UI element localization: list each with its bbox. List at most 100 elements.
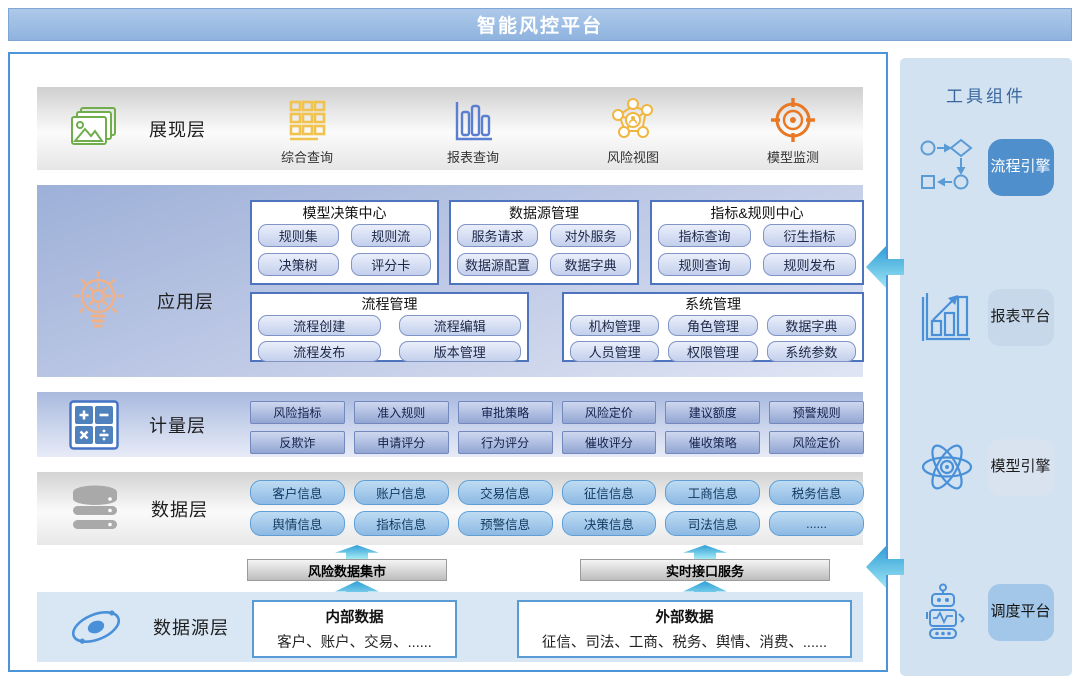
report-chart-icon xyxy=(919,288,975,346)
measure-module[interactable]: 风险定价 xyxy=(769,431,864,454)
measure-module[interactable]: 催收评分 xyxy=(562,431,657,454)
measure-module[interactable]: 审批策略 xyxy=(458,401,553,424)
app-module[interactable]: 规则流 xyxy=(351,224,432,247)
process-engine-button[interactable]: 流程引擎 xyxy=(988,139,1054,196)
measure-module[interactable]: 预警规则 xyxy=(769,401,864,424)
data-module[interactable]: 账户信息 xyxy=(354,480,449,505)
internal-data-box[interactable]: 内部数据 客户、账户、交易、...... xyxy=(252,600,457,658)
data-module[interactable]: 预警信息 xyxy=(458,511,553,536)
app-group-system-mgmt: 系统管理 机构管理 角色管理 数据字典 人员管理 权限管理 系统参数 xyxy=(562,292,864,362)
group-title: 模型决策中心 xyxy=(258,205,431,222)
up-arrow xyxy=(683,545,727,559)
data-module[interactable]: 工商信息 xyxy=(665,480,760,505)
data-module[interactable]: 舆情信息 xyxy=(250,511,345,536)
pres-item-model-monitor[interactable]: 模型监测 xyxy=(745,95,841,166)
platform-title-banner: 智能风控平台 xyxy=(8,8,1072,41)
data-module[interactable]: 征信信息 xyxy=(562,480,657,505)
app-group-indicator-rule-center: 指标&规则中心 指标查询 衍生指标 规则查询 规则发布 xyxy=(650,200,864,285)
tool-components-panel: 工具组件 流程引擎 xyxy=(900,58,1072,676)
app-module[interactable]: 对外服务 xyxy=(550,224,631,247)
data-module[interactable]: 税务信息 xyxy=(769,480,864,505)
data-module[interactable]: 客户信息 xyxy=(250,480,345,505)
data-module[interactable]: 司法信息 xyxy=(665,511,760,536)
data-module[interactable]: 指标信息 xyxy=(354,511,449,536)
app-module[interactable]: 流程编辑 xyxy=(399,315,522,336)
pres-item-integrated-query[interactable]: 综合查询 xyxy=(259,95,355,166)
model-engine-button[interactable]: 模型引擎 xyxy=(988,439,1054,496)
app-module[interactable]: 数据源配置 xyxy=(457,253,538,276)
tool-item-model-engine: 模型引擎 xyxy=(900,438,1072,496)
app-module[interactable]: 规则集 xyxy=(258,224,339,247)
app-module[interactable]: 角色管理 xyxy=(668,315,757,336)
main-architecture-panel: 展现层 综合查询 xyxy=(8,52,888,672)
measure-module[interactable]: 准入规则 xyxy=(354,401,449,424)
left-arrow-application xyxy=(866,246,904,288)
internal-data-title: 内部数据 xyxy=(326,606,384,627)
group-title: 数据源管理 xyxy=(457,205,631,222)
external-data-desc: 征信、司法、工商、税务、舆情、消费、...... xyxy=(542,631,827,652)
realtime-interface-bus[interactable]: 实时接口服务 xyxy=(580,559,830,581)
external-data-box[interactable]: 外部数据 征信、司法、工商、税务、舆情、消费、...... xyxy=(517,600,852,658)
app-group-datasource-mgmt: 数据源管理 服务请求 对外服务 数据源配置 数据字典 xyxy=(449,200,639,285)
app-module[interactable]: 权限管理 xyxy=(668,341,757,362)
app-module[interactable]: 人员管理 xyxy=(570,341,659,362)
report-platform-button[interactable]: 报表平台 xyxy=(988,289,1054,346)
app-module[interactable]: 规则查询 xyxy=(658,253,751,276)
measure-module[interactable]: 申请评分 xyxy=(354,431,449,454)
tool-item-scheduler-platform: 调度平台 xyxy=(900,583,1072,641)
data-module[interactable]: ...... xyxy=(769,511,864,536)
app-module[interactable]: 数据字典 xyxy=(550,253,631,276)
app-module[interactable]: 衍生指标 xyxy=(763,224,856,247)
measure-module[interactable]: 风险指标 xyxy=(250,401,345,424)
target-icon xyxy=(770,97,816,143)
app-module[interactable]: 机构管理 xyxy=(570,315,659,336)
data-layer-band: 数据层 客户信息 账户信息 交易信息 征信信息 工商信息 税务信息 舆情信息 指… xyxy=(37,472,863,545)
measurement-layer-band: 计量层 风险指标 准入规则 审批策略 风险定价 建议额度 预警规则 反欺诈 申请… xyxy=(37,392,863,457)
app-module[interactable]: 流程发布 xyxy=(258,341,381,362)
robot-icon xyxy=(919,583,975,641)
app-module[interactable]: 规则发布 xyxy=(763,253,856,276)
pres-item-report-query[interactable]: 报表查询 xyxy=(425,95,521,166)
pres-item-label: 报表查询 xyxy=(425,147,521,166)
risk-data-mart-bus[interactable]: 风险数据集市 xyxy=(247,559,447,581)
group-title: 系统管理 xyxy=(570,296,856,313)
application-layer-label: 应用层 xyxy=(69,268,214,334)
measurement-grid: 风险指标 准入规则 审批策略 风险定价 建议额度 预警规则 反欺诈 申请评分 行… xyxy=(250,401,864,454)
app-module[interactable]: 流程创建 xyxy=(258,315,381,336)
app-group-process-mgmt: 流程管理 流程创建 流程编辑 流程发布 版本管理 xyxy=(250,292,529,362)
measure-module[interactable]: 催收策略 xyxy=(665,431,760,454)
app-module[interactable]: 版本管理 xyxy=(399,341,522,362)
layer-name: 应用层 xyxy=(157,288,214,314)
measure-module[interactable]: 建议额度 xyxy=(665,401,760,424)
datasource-layer-label: 数据源层 xyxy=(69,603,229,651)
app-module[interactable]: 服务请求 xyxy=(457,224,538,247)
application-layer-band: 应用层 模型决策中心 规则集 规则流 决策树 评分卡 数据源管理 服务请求 对外… xyxy=(37,185,863,377)
pres-item-label: 模型监测 xyxy=(745,147,841,166)
platform-title: 智能风控平台 xyxy=(477,11,603,38)
bus-label: 风险数据集市 xyxy=(308,561,386,580)
calculator-icon xyxy=(69,400,119,450)
database-icon xyxy=(69,484,121,534)
app-module[interactable]: 决策树 xyxy=(258,253,339,276)
app-module[interactable]: 指标查询 xyxy=(658,224,751,247)
data-layer-label: 数据层 xyxy=(69,484,208,534)
app-module[interactable]: 数据字典 xyxy=(767,315,856,336)
pictures-icon xyxy=(69,106,119,152)
pres-item-risk-view[interactable]: 风险视图 xyxy=(585,95,681,166)
measure-module[interactable]: 反欺诈 xyxy=(250,431,345,454)
scheduler-platform-button[interactable]: 调度平台 xyxy=(988,584,1054,641)
app-module[interactable]: 系统参数 xyxy=(767,341,856,362)
presentation-layer-band: 展现层 综合查询 xyxy=(37,87,863,170)
tool-item-report-platform: 报表平台 xyxy=(900,288,1072,346)
risk-platform-diagram: 智能风控平台 展现层 xyxy=(0,0,1080,682)
data-module[interactable]: 交易信息 xyxy=(458,480,553,505)
app-module[interactable]: 评分卡 xyxy=(351,253,432,276)
measure-module[interactable]: 行为评分 xyxy=(458,431,553,454)
group-title: 指标&规则中心 xyxy=(658,205,856,222)
data-module[interactable]: 决策信息 xyxy=(562,511,657,536)
layer-name: 数据层 xyxy=(151,496,208,522)
up-arrow xyxy=(335,545,379,559)
measure-module[interactable]: 风险定价 xyxy=(562,401,657,424)
pres-item-label: 风险视图 xyxy=(585,147,681,166)
data-grid: 客户信息 账户信息 交易信息 征信信息 工商信息 税务信息 舆情信息 指标信息 … xyxy=(250,480,864,536)
